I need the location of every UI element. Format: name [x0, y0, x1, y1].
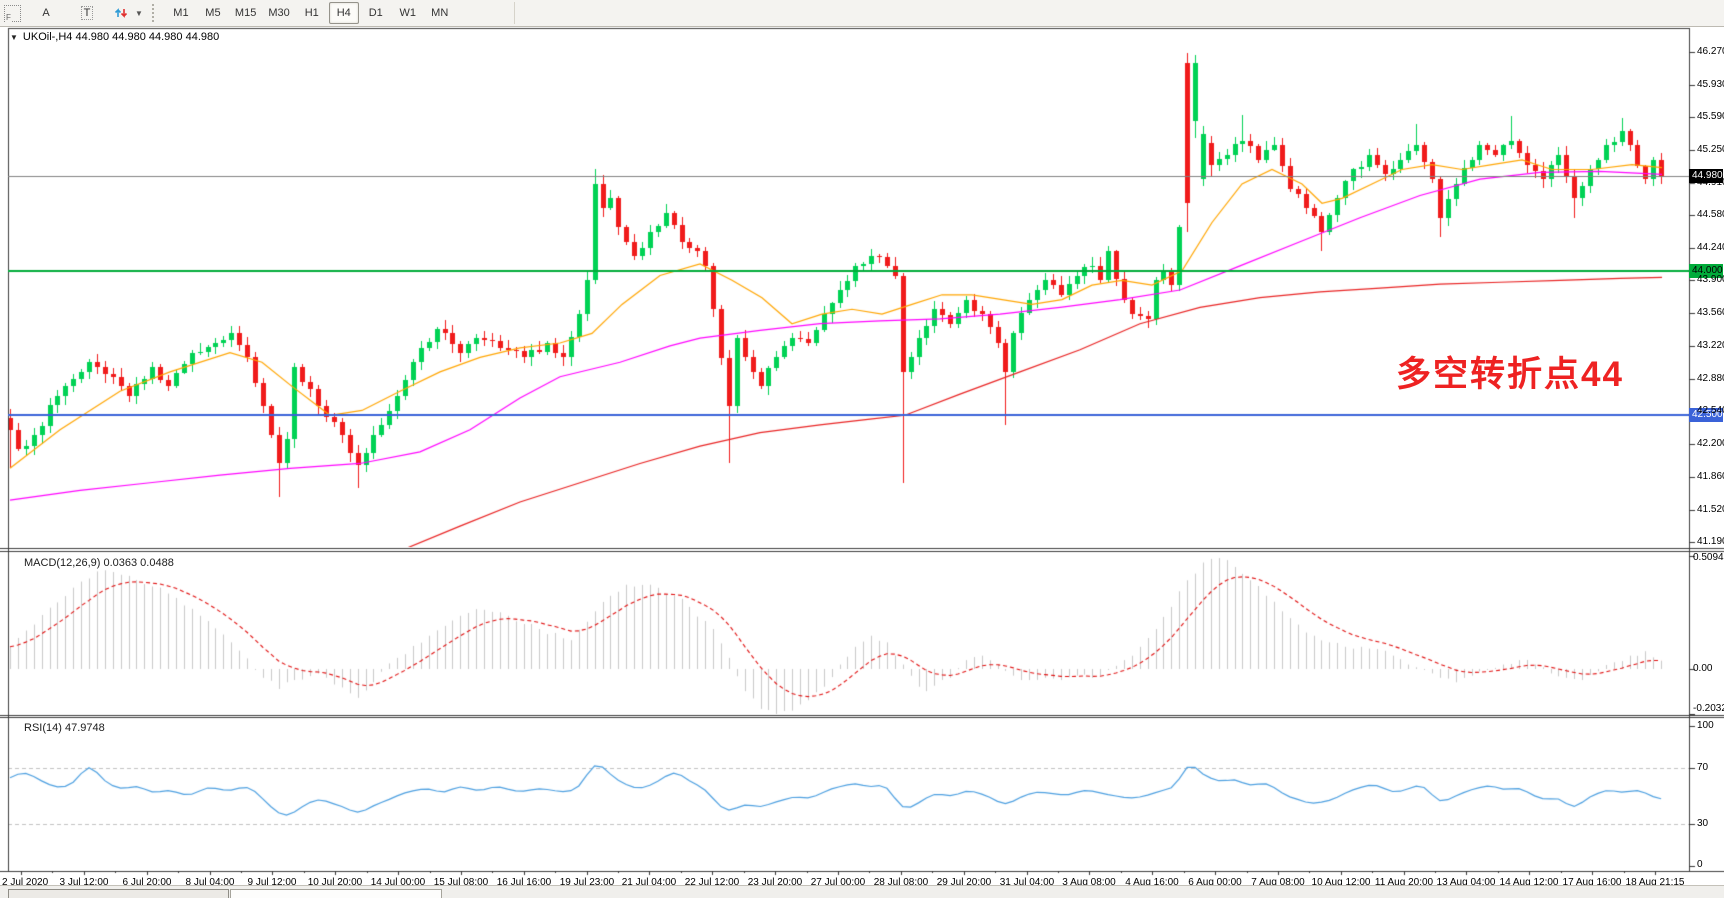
- rsi-axis-tick: 0: [1697, 859, 1703, 871]
- price-axis-tick: 43.220: [1697, 340, 1724, 352]
- price-axis-tick: 46.270: [1697, 46, 1724, 58]
- price-axis-tick: 44.240: [1697, 242, 1724, 254]
- bottom-panel-strip: [0, 885, 1724, 898]
- rsi-indicator-label: RSI(14) 47.9748: [24, 722, 105, 734]
- price-axis-tick: 43.900: [1697, 274, 1724, 286]
- bottom-panel-fragment-left: [8, 889, 229, 898]
- price-axis-tick: 44.580: [1697, 209, 1724, 221]
- price-axis-tick: 42.200: [1697, 438, 1724, 450]
- price-axis-tick: 42.880: [1697, 373, 1724, 385]
- price-axis-tick: 45.930: [1697, 79, 1724, 91]
- chart-title: ▼ UKOil-,H4 44.980 44.980 44.980 44.980: [10, 31, 219, 43]
- rsi-axis-tick: 100: [1697, 720, 1714, 732]
- rsi-axis-tick: 70: [1697, 762, 1708, 774]
- macd-axis-tick: 0.00: [1693, 663, 1712, 675]
- chart-annotation-text[interactable]: 多空转折点44: [1396, 346, 1624, 397]
- mt4-window: F A T ▼ M1 M5 M15 M30 H1 H4 D1 W1 MN ▼ U…: [0, 0, 1724, 898]
- price-axis-tick: 41.520: [1697, 504, 1724, 516]
- price-axis-tick: 44.910: [1697, 177, 1724, 189]
- chart-symbol-label: UKOil-,H4 44.980 44.980 44.980 44.980: [23, 31, 219, 43]
- price-axis-tick: 42.540: [1697, 405, 1724, 417]
- macd-axis-tick: 0.5094: [1693, 552, 1724, 564]
- macd-axis-tick: -0.2032: [1693, 703, 1724, 715]
- price-axis-tick: 43.560: [1697, 307, 1724, 319]
- chart-canvas[interactable]: [0, 0, 1724, 898]
- rsi-axis-tick: 30: [1697, 818, 1708, 830]
- macd-indicator-label: MACD(12,26,9) 0.0363 0.0488: [24, 557, 174, 569]
- price-axis-tick: 41.190: [1697, 536, 1724, 548]
- bottom-panel-fragment-right: [230, 889, 442, 898]
- price-axis-tick: 41.860: [1697, 471, 1724, 483]
- price-axis-tick: 45.590: [1697, 111, 1724, 123]
- chart-dropdown-icon[interactable]: ▼: [10, 33, 18, 42]
- price-axis-tick: 45.250: [1697, 144, 1724, 156]
